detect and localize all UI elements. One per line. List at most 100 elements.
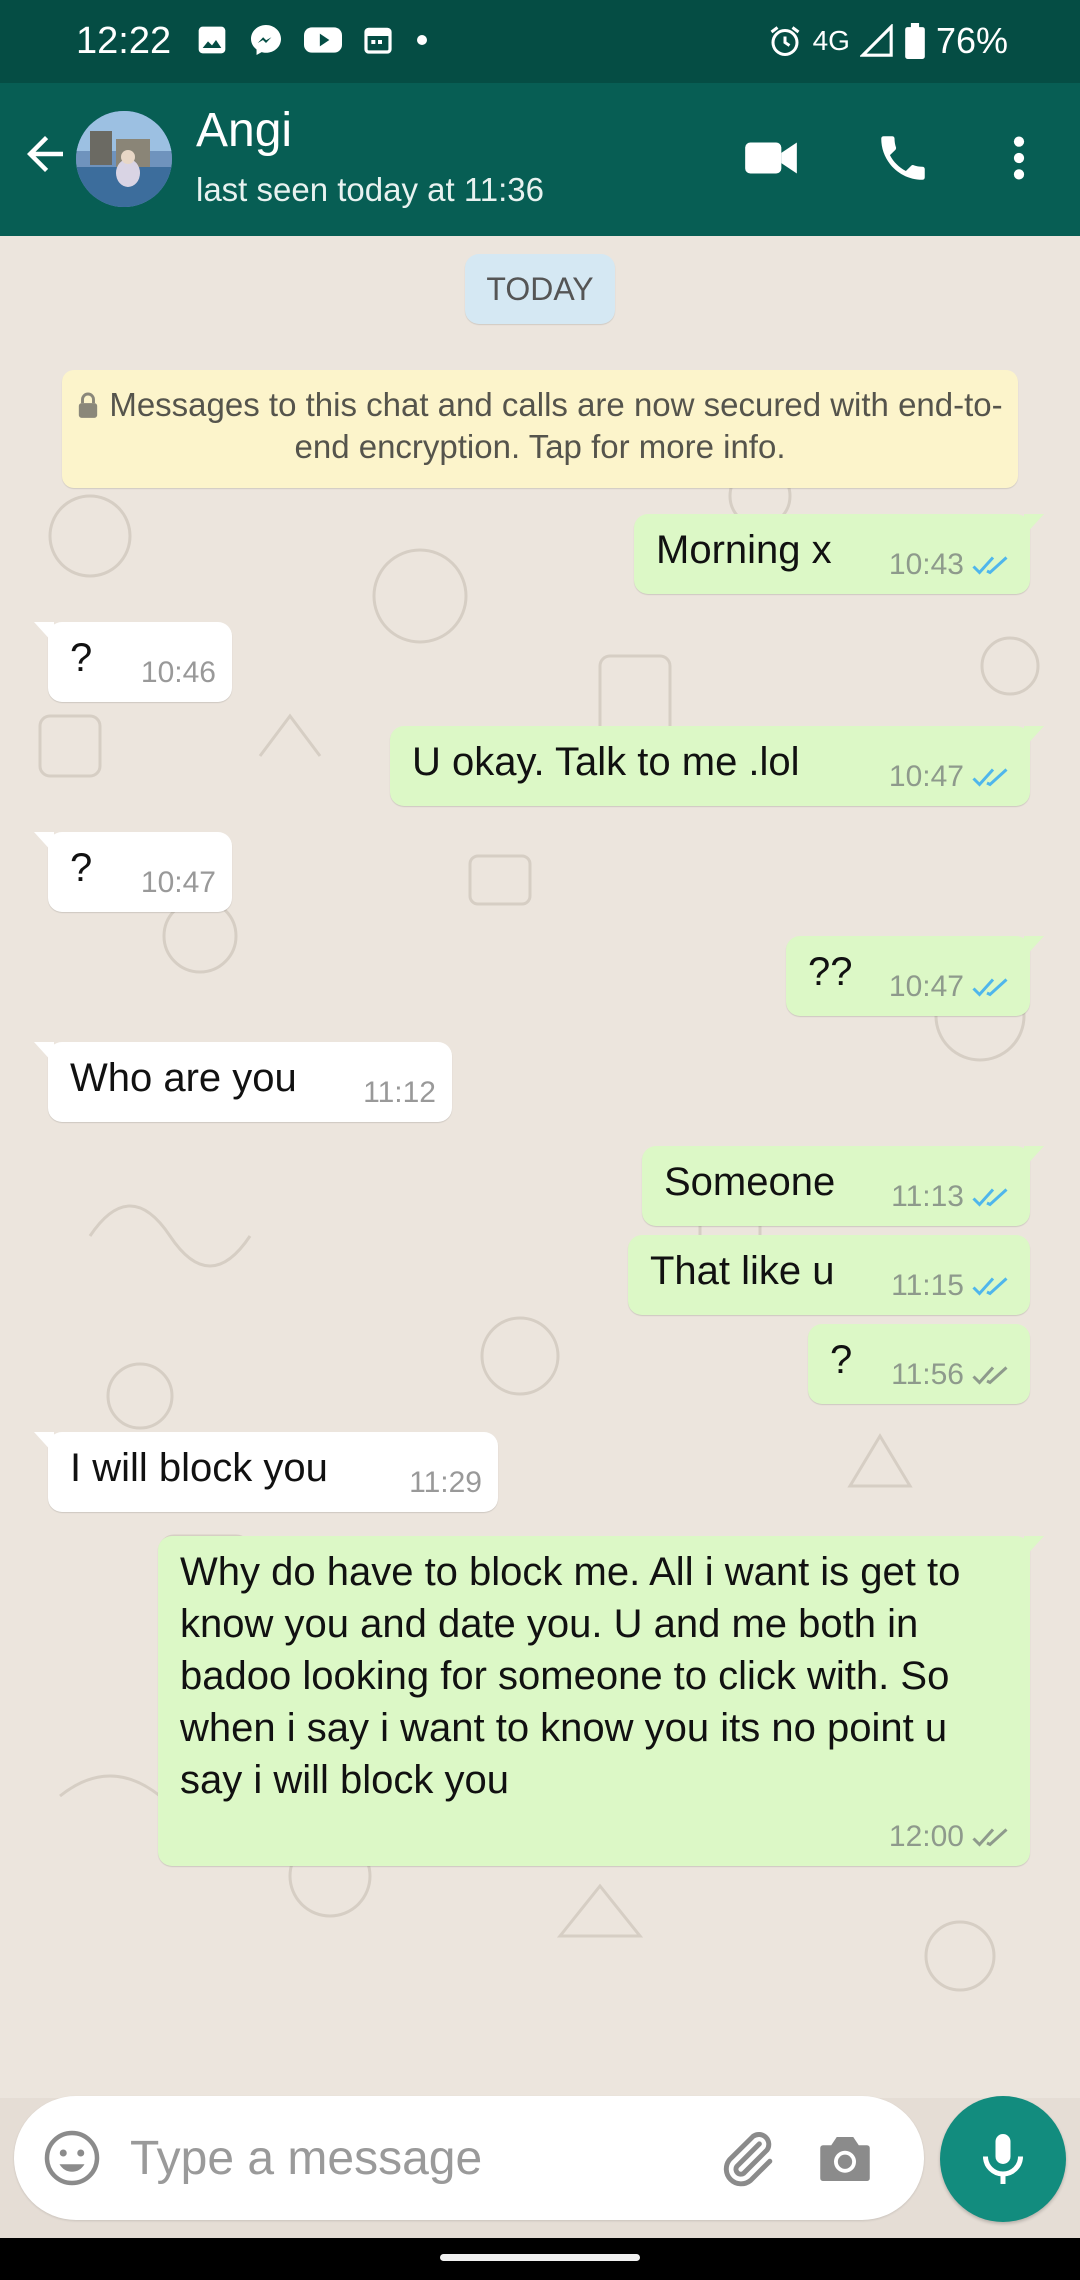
messenger-icon bbox=[251, 25, 281, 55]
message-bubble-outgoing[interactable]: ?? 10:47 bbox=[786, 936, 1044, 1016]
message-text: Someone bbox=[664, 1160, 836, 1204]
message-time: 10:46 bbox=[140, 656, 216, 689]
video-call-icon bbox=[745, 142, 797, 174]
bubble-tail bbox=[34, 1042, 54, 1064]
bubble-tail bbox=[1024, 726, 1044, 748]
network-type: 4G bbox=[812, 25, 850, 56]
last-seen-status: last seen today at 11:36 bbox=[196, 171, 544, 208]
message-bubble-outgoing[interactable]: Someone 11:13 bbox=[642, 1146, 1044, 1226]
message-meta: 10:46 bbox=[141, 656, 216, 690]
alarm-icon bbox=[770, 26, 799, 56]
message-bubble-outgoing[interactable]: That like u 11:15 bbox=[628, 1235, 1030, 1315]
attach-icon[interactable] bbox=[714, 2126, 780, 2192]
encryption-notice[interactable]: Messages to this chat and calls are now … bbox=[62, 370, 1018, 488]
message-text: Who are you bbox=[70, 1056, 297, 1100]
battery-percent: 76% bbox=[935, 20, 1008, 61]
message-bubble-incoming[interactable]: I will block you 11:29 bbox=[34, 1432, 498, 1512]
emoji-icon[interactable] bbox=[42, 2128, 102, 2188]
signal-icon bbox=[859, 24, 893, 57]
message-bubble-incoming[interactable]: ? 10:47 bbox=[34, 832, 232, 912]
back-arrow-icon[interactable] bbox=[18, 127, 72, 181]
avatar-image bbox=[76, 111, 172, 207]
more-options-icon bbox=[1013, 136, 1025, 180]
voice-call-icon bbox=[881, 136, 925, 180]
delivered-ticks-icon bbox=[972, 1828, 1008, 1847]
message-time: 11:13 bbox=[891, 1180, 964, 1213]
message-bubble-outgoing[interactable]: U okay. Talk to me .lol 10:47 bbox=[390, 726, 1044, 806]
message-bubble-incoming[interactable]: Who are you 11:12 bbox=[34, 1042, 452, 1122]
chat-area[interactable]: TODAY Messages to this chat and calls ar… bbox=[0, 236, 1080, 2098]
message-meta: 10:43 bbox=[889, 548, 1014, 582]
message-input[interactable] bbox=[130, 2124, 690, 2192]
read-ticks-icon bbox=[972, 978, 1008, 997]
system-icons: 4G 76% bbox=[767, 20, 1008, 62]
lock-icon bbox=[79, 392, 98, 418]
message-text: Morning x bbox=[656, 528, 832, 572]
message-text: That like u bbox=[650, 1249, 835, 1293]
delivered-ticks-icon bbox=[972, 1366, 1008, 1385]
message-time: 10:47 bbox=[140, 866, 216, 899]
message-meta: 10:47 bbox=[889, 760, 1014, 794]
message-meta: 12:00 bbox=[889, 1820, 1014, 1854]
mic-icon bbox=[983, 2134, 1023, 2184]
message-meta: 11:56 bbox=[891, 1358, 1014, 1392]
message-text: ? bbox=[70, 846, 93, 890]
message-meta: 11:29 bbox=[409, 1466, 482, 1500]
date-label: TODAY bbox=[486, 270, 594, 307]
encryption-text: Messages to this chat and calls are now … bbox=[109, 386, 1003, 465]
message-text: Why do have to block me. All i want is g… bbox=[180, 1550, 961, 1802]
message-time: 10:47 bbox=[888, 760, 964, 793]
more-options-button[interactable] bbox=[984, 123, 1054, 193]
date-separator: TODAY bbox=[465, 254, 615, 324]
message-meta: 11:15 bbox=[891, 1269, 1014, 1303]
message-time: 11:29 bbox=[409, 1466, 482, 1499]
message-text: ?? bbox=[808, 950, 853, 994]
read-ticks-icon bbox=[972, 556, 1008, 575]
dot-icon bbox=[417, 35, 427, 45]
read-ticks-icon bbox=[972, 1188, 1008, 1207]
message-bubble-outgoing[interactable]: Why do have to block me. All i want is g… bbox=[158, 1536, 1044, 1866]
status-time: 12:22 bbox=[76, 20, 172, 62]
status-bar: 12:22 4G 76% bbox=[0, 0, 1080, 83]
message-text: I will block you bbox=[70, 1446, 328, 1490]
bubble-tail bbox=[1024, 1536, 1044, 1558]
message-time: 12:00 bbox=[888, 1820, 964, 1853]
battery-icon bbox=[905, 23, 925, 59]
system-nav-bar bbox=[0, 2238, 1080, 2280]
youtube-icon bbox=[304, 27, 342, 53]
message-meta: 11:12 bbox=[363, 1076, 436, 1110]
read-ticks-icon bbox=[972, 1277, 1008, 1296]
message-time: 10:47 bbox=[888, 970, 964, 1003]
bubble-tail bbox=[1024, 936, 1044, 958]
video-call-button[interactable] bbox=[736, 123, 806, 193]
message-meta: 11:13 bbox=[891, 1180, 1014, 1214]
gallery-icon bbox=[198, 26, 226, 54]
message-time: 11:56 bbox=[891, 1358, 964, 1391]
bubble-tail bbox=[1024, 514, 1044, 536]
message-composer[interactable] bbox=[14, 2096, 924, 2220]
home-gesture-handle[interactable] bbox=[440, 2254, 640, 2261]
message-time: 11:15 bbox=[891, 1269, 964, 1302]
voice-call-button[interactable] bbox=[868, 123, 938, 193]
bubble-tail bbox=[34, 1432, 54, 1454]
message-bubble-outgoing[interactable]: Morning x 10:43 bbox=[634, 514, 1044, 594]
camera-icon[interactable] bbox=[812, 2126, 878, 2192]
bubble-tail bbox=[1024, 1146, 1044, 1168]
message-bubble-incoming[interactable]: ? 10:46 bbox=[34, 622, 232, 702]
message-time: 10:43 bbox=[888, 548, 964, 581]
message-meta: 10:47 bbox=[141, 866, 216, 900]
contact-name[interactable]: Angi bbox=[196, 103, 292, 158]
message-text: ? bbox=[830, 1338, 853, 1382]
avatar[interactable] bbox=[76, 111, 172, 207]
message-bubble-outgoing[interactable]: ? 11:56 bbox=[808, 1324, 1030, 1404]
bubble-tail bbox=[34, 832, 54, 854]
chat-header: Angi last seen today at 11:36 bbox=[0, 83, 1080, 236]
read-ticks-icon bbox=[972, 768, 1008, 787]
message-text: ? bbox=[70, 636, 93, 680]
calendar-icon bbox=[364, 27, 392, 54]
voice-message-button[interactable] bbox=[940, 2096, 1066, 2222]
notification-icons bbox=[196, 22, 430, 58]
bubble-tail bbox=[34, 622, 54, 644]
message-meta: 10:47 bbox=[889, 970, 1014, 1004]
message-text: U okay. Talk to me .lol bbox=[412, 740, 800, 784]
